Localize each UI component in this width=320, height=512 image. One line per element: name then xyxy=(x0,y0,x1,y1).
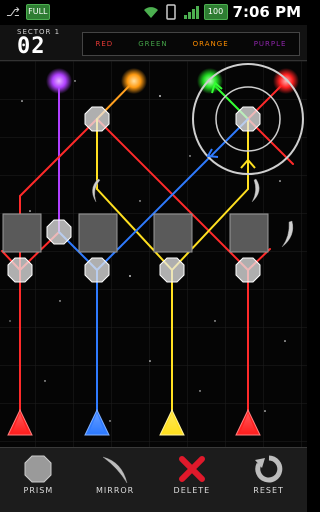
rotate-icon xyxy=(165,4,176,20)
puzzle-board[interactable] xyxy=(0,61,307,447)
wifi-icon xyxy=(143,7,158,18)
status-bar: ⎇ FULL 100 7:06 PM xyxy=(0,0,307,25)
color-legend: RED GREEN ORANGE PURPLE xyxy=(82,32,300,56)
reset-tool-button[interactable]: RESET xyxy=(230,448,307,512)
prism-7[interactable] xyxy=(235,257,261,283)
reset-tool-label: RESET xyxy=(253,486,284,495)
battery-level-badge: 100 xyxy=(203,4,228,20)
prism-tool-label: PRISM xyxy=(23,486,54,495)
battery-full-badge: FULL xyxy=(25,4,50,20)
block-1 xyxy=(2,213,42,253)
usb-icon: ⎇ xyxy=(6,5,20,19)
prism-tool-button[interactable]: PRISM xyxy=(0,448,77,512)
prism-5[interactable] xyxy=(84,257,110,283)
reset-icon xyxy=(254,455,282,483)
mirror-tool-button[interactable]: MIRROR xyxy=(77,448,154,512)
level-header: SECTOR 1 02 RED GREEN ORANGE PURPLE xyxy=(0,25,307,61)
prism-1[interactable] xyxy=(84,106,110,132)
mirror-tool-label: MIRROR xyxy=(96,486,135,495)
octagon-icon xyxy=(24,455,52,483)
delete-x-icon xyxy=(178,456,205,482)
block-2 xyxy=(78,213,118,253)
prism-6[interactable] xyxy=(159,257,185,283)
game-screen: { "status_bar": { "battery_left": "FULL"… xyxy=(0,0,307,512)
emitter-orange xyxy=(121,68,147,94)
prism-2[interactable] xyxy=(235,106,261,132)
legend-green: GREEN xyxy=(138,40,168,48)
delete-tool-button[interactable]: DELETE xyxy=(154,448,231,512)
level-number: 02 xyxy=(17,34,46,59)
mirror-icon xyxy=(102,456,128,484)
legend-orange: ORANGE xyxy=(192,40,229,48)
block-3 xyxy=(153,213,193,253)
emitter-purple xyxy=(46,68,72,94)
legend-purple: PURPLE xyxy=(253,40,287,48)
legend-red: RED xyxy=(95,40,114,48)
tool-bar: PRISM MIRROR DELETE RESET xyxy=(0,447,307,512)
block-4 xyxy=(229,213,269,253)
prism-3[interactable] xyxy=(46,219,72,245)
prism-4[interactable] xyxy=(7,257,33,283)
signal-icon xyxy=(183,6,199,19)
clock: 7:06 PM xyxy=(232,3,301,21)
delete-tool-label: DELETE xyxy=(173,486,211,495)
